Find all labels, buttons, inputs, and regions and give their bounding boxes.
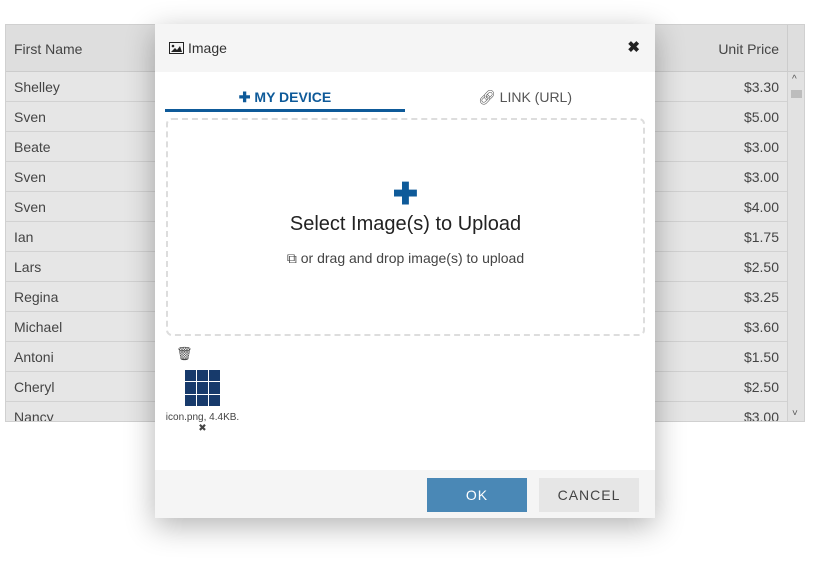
cell-unit-price: $5.00	[743, 109, 779, 125]
header-unit-price[interactable]: Unit Price	[718, 41, 779, 57]
header-first-name[interactable]: First Name	[14, 41, 82, 57]
vertical-scrollbar[interactable]: ^ ˅	[787, 72, 804, 421]
close-icon[interactable]: ✖	[627, 38, 640, 56]
cell-first-name: Ian	[14, 229, 34, 245]
cell-first-name: Nancy	[14, 409, 54, 422]
cell-first-name: Cheryl	[14, 379, 55, 395]
trash-icon[interactable]: 🗑︎	[165, 346, 240, 362]
select-images-label[interactable]: Select Image(s) to Upload	[168, 213, 643, 236]
uploaded-file: 🗑︎ icon.png, 4.4KB. ✖	[165, 346, 240, 434]
cell-unit-price: $1.50	[743, 349, 779, 365]
source-tabs: ✚ MY DEVICE 🔗︎ LINK (URL)	[165, 84, 645, 112]
file-caption: icon.png, 4.4KB.	[165, 412, 240, 423]
cell-first-name: Regina	[14, 289, 59, 305]
image-icon	[169, 42, 184, 54]
header-spacer	[787, 25, 804, 72]
drop-zone[interactable]: ✚ Select Image(s) to Upload ⧉ or drag an…	[166, 118, 645, 336]
cell-unit-price: $3.00	[743, 139, 779, 155]
dialog-title: Image	[188, 40, 227, 56]
image-dialog: Image ✖ ✚ MY DEVICE 🔗︎ LINK (URL) ✚ Sele…	[155, 24, 655, 518]
cell-unit-price: $3.00	[743, 409, 779, 422]
dialog-footer: OK CANCEL	[155, 470, 655, 518]
cell-first-name: Shelley	[14, 79, 60, 95]
cell-first-name: Michael	[14, 319, 63, 335]
cell-unit-price: $1.75	[743, 229, 779, 245]
cell-unit-price: $2.50	[743, 259, 779, 275]
cell-unit-price: $3.00	[743, 169, 779, 185]
cancel-button[interactable]: CANCEL	[539, 478, 639, 512]
drag-drop-hint: or drag and drop image(s) to upload	[300, 250, 525, 266]
cell-first-name: Sven	[14, 199, 46, 215]
cell-unit-price: $3.30	[743, 79, 779, 95]
cell-unit-price: $2.50	[743, 379, 779, 395]
cell-first-name: Antoni	[14, 349, 54, 365]
plus-icon: ✚	[238, 89, 255, 105]
ok-button[interactable]: OK	[427, 478, 527, 512]
scroll-down-icon[interactable]: ˅	[792, 408, 798, 419]
cell-unit-price: $4.00	[743, 199, 779, 215]
copy-icon: ⧉	[286, 250, 301, 266]
cell-first-name: Sven	[14, 109, 46, 125]
tab-link-url[interactable]: 🔗︎ LINK (URL)	[405, 84, 645, 112]
remove-file-icon[interactable]: ✖	[165, 423, 240, 434]
link-icon: 🔗︎	[477, 89, 500, 105]
dialog-header: Image ✖	[155, 24, 655, 72]
scroll-up-icon[interactable]: ^	[792, 74, 797, 85]
scroll-thumb[interactable]	[791, 90, 802, 98]
cell-first-name: Beate	[14, 139, 51, 155]
tab-my-device[interactable]: ✚ MY DEVICE	[165, 84, 405, 112]
cell-unit-price: $3.25	[743, 289, 779, 305]
file-thumbnail	[184, 370, 221, 406]
cell-first-name: Sven	[14, 169, 46, 185]
upload-plus-icon: ✚	[392, 178, 419, 211]
cell-first-name: Lars	[14, 259, 42, 275]
cell-unit-price: $3.60	[743, 319, 779, 335]
